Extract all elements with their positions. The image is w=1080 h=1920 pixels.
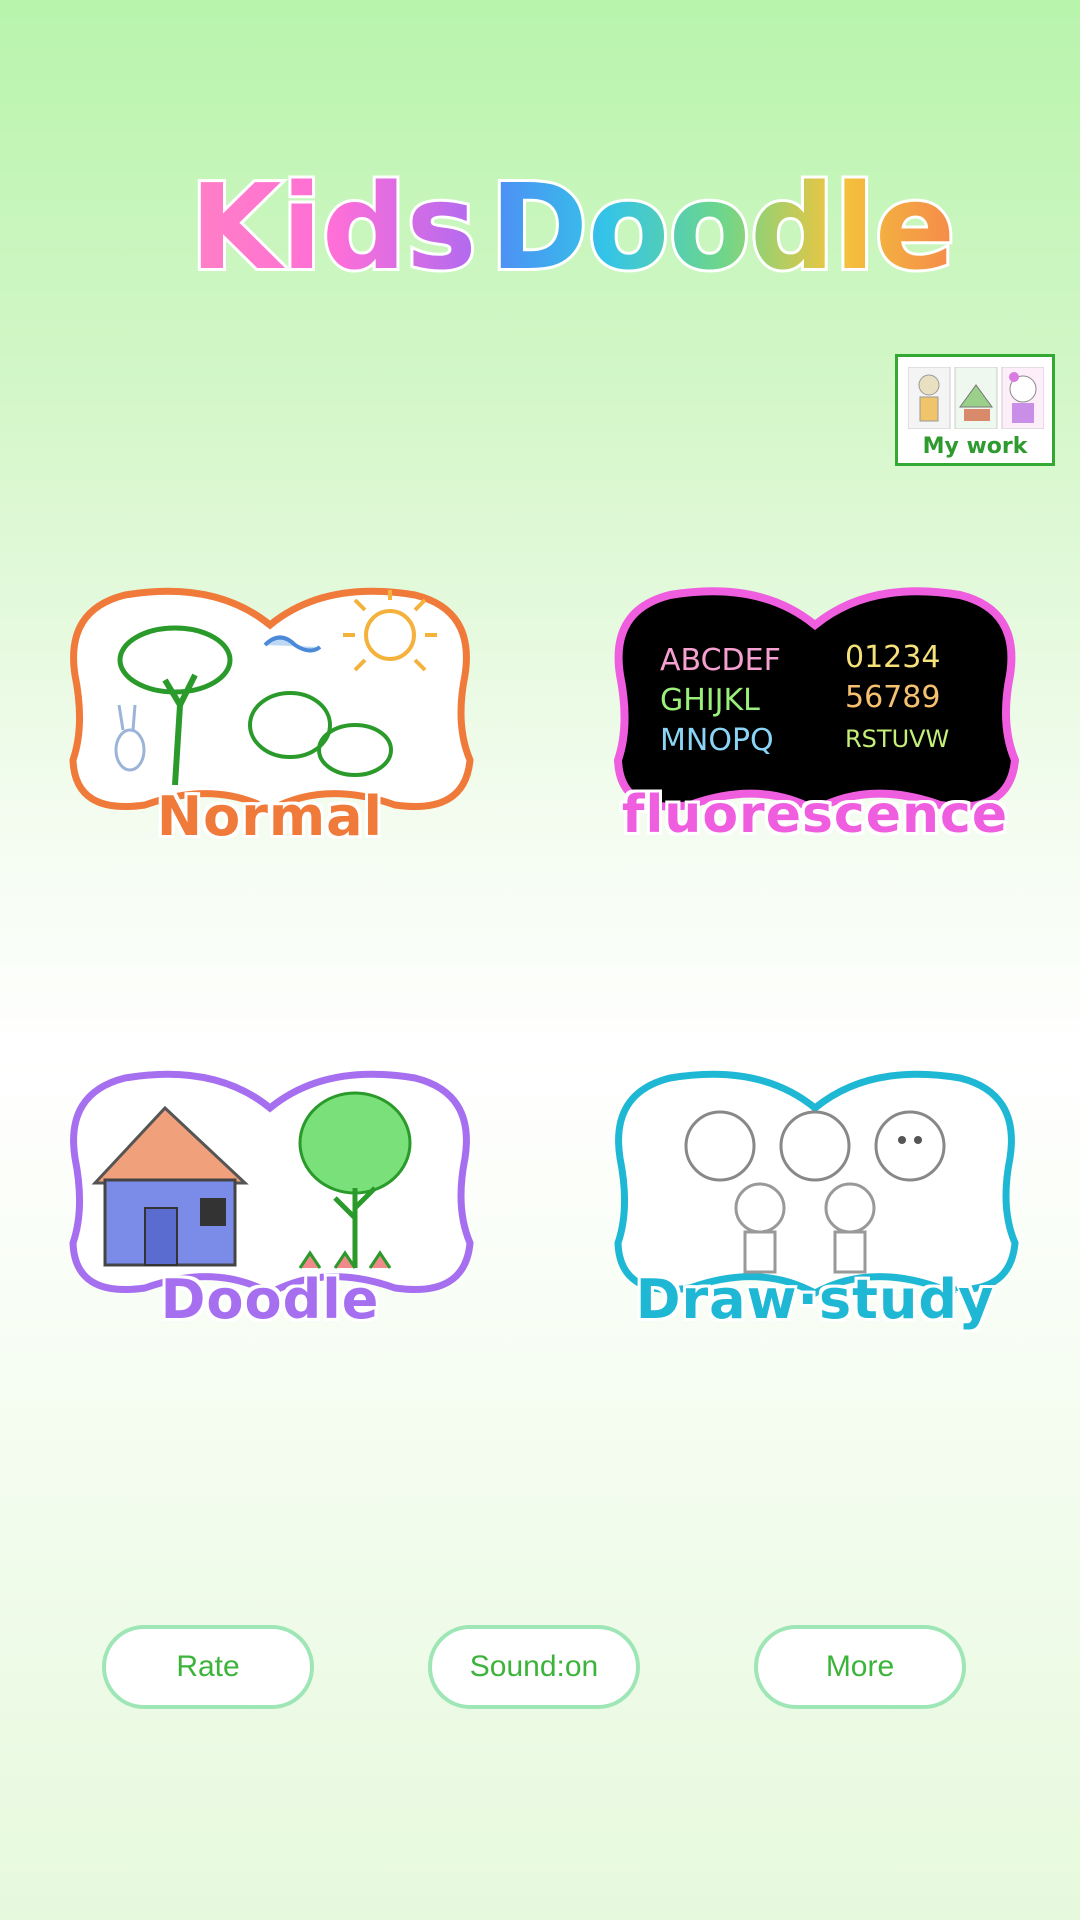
svg-text:MNOPQ: MNOPQ	[660, 723, 774, 758]
app-title: Kids Doodle	[0, 150, 1080, 299]
svg-text:ABCDEF: ABCDEF	[660, 643, 781, 678]
app-title-art: Kids Doodle	[187, 155, 958, 299]
svg-text:01234: 01234	[845, 640, 940, 675]
mode-card-normal[interactable]: Normal	[65, 585, 475, 875]
mode-label-doodle: Doodle	[160, 1268, 380, 1331]
mode-label-normal: Normal	[156, 785, 384, 848]
mode-label-fluorescence: fluorescence	[621, 785, 1009, 845]
my-work-thumbnails-icon	[908, 367, 1044, 429]
title-word-doodle: Doodle	[490, 158, 955, 290]
title-word-kids: Kids	[190, 158, 477, 290]
mode-card-doodle[interactable]: Doodle	[65, 1068, 475, 1358]
rate-button[interactable]: Rate	[102, 1625, 314, 1709]
more-button[interactable]: More	[754, 1625, 966, 1709]
mode-label-draw-study: Draw·study	[635, 1268, 995, 1331]
svg-text:GHIJKL: GHIJKL	[660, 683, 760, 718]
sound-toggle-button[interactable]: Sound:on	[428, 1625, 640, 1709]
svg-text:RSTUVW: RSTUVW	[845, 725, 949, 753]
mode-card-draw-study[interactable]: Draw·study	[610, 1068, 1020, 1358]
my-work-button[interactable]: My work	[895, 354, 1055, 466]
mode-card-fluorescence[interactable]: ABCDEF GHIJKL MNOPQ 01234 56789 RSTUVW f…	[610, 585, 1020, 875]
svg-text:56789: 56789	[845, 680, 940, 715]
my-work-label: My work	[922, 434, 1028, 459]
